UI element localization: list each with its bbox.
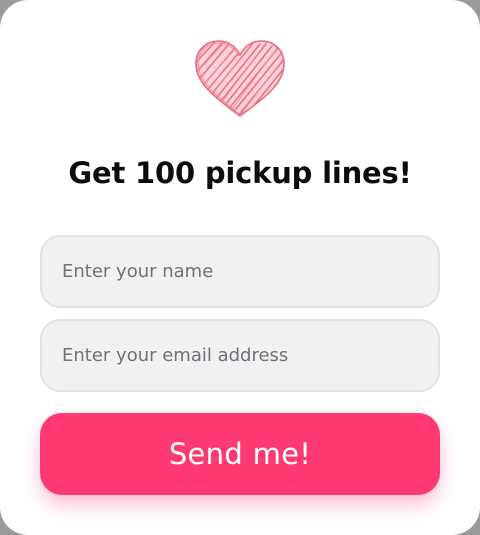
- send-me-button[interactable]: Send me!: [40, 413, 440, 495]
- heart-icon: [192, 38, 288, 122]
- name-input[interactable]: [40, 235, 440, 308]
- page-title: Get 100 pickup lines!: [68, 156, 412, 190]
- signup-card: Get 100 pickup lines! Send me!: [0, 0, 480, 535]
- email-input[interactable]: [40, 319, 440, 392]
